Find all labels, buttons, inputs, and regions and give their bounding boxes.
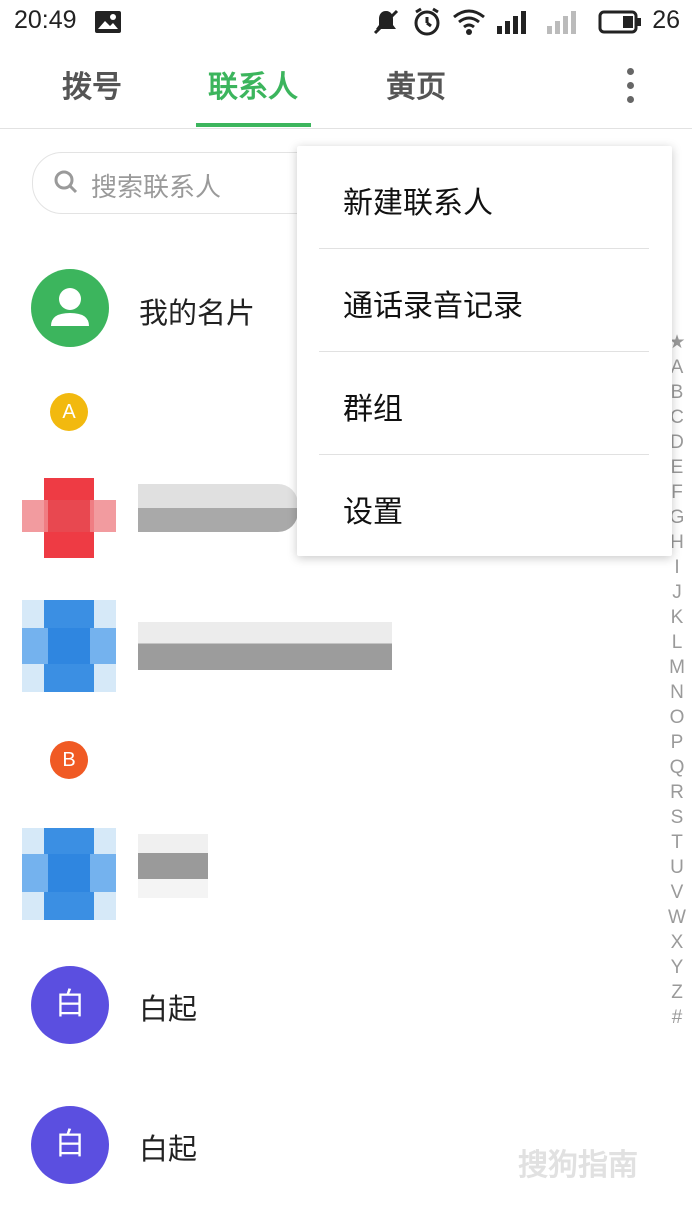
more-dot-icon <box>627 68 634 75</box>
status-time: 20:49 <box>14 6 77 34</box>
contacts-screen: 20:49 26 拨号 联系人 黄页 搜索联系人 我的名片 A B 白 白起 白… <box>0 0 692 1230</box>
index-letter[interactable]: L <box>664 630 690 655</box>
my-card-avatar <box>31 269 109 347</box>
menu-item-label: 设置 <box>343 495 403 530</box>
contact-name-blurred <box>138 622 392 670</box>
menu-call-recordings[interactable]: 通话录音记录 <box>297 249 672 352</box>
search-contacts-input[interactable]: 搜索联系人 <box>32 152 334 214</box>
image-notification-icon <box>95 11 121 33</box>
battery-icon <box>598 10 641 34</box>
index-letter[interactable]: W <box>664 905 690 930</box>
index-letter[interactable]: V <box>664 880 690 905</box>
wifi-icon <box>453 9 485 35</box>
my-card-label: 我的名片 <box>139 296 256 330</box>
contact-name-blurred <box>138 484 298 532</box>
contact-name: 白起 <box>139 1132 198 1166</box>
index-letter[interactable]: Z <box>664 980 690 1005</box>
contact-name: 白起 <box>139 992 198 1026</box>
contact-avatar <box>22 478 116 558</box>
menu-item-label: 群组 <box>343 392 403 427</box>
index-letter[interactable]: O <box>664 705 690 730</box>
index-letter[interactable]: M <box>664 655 690 680</box>
tab-bar: 拨号 联系人 黄页 <box>0 44 692 129</box>
battery-level: 26 <box>652 6 680 34</box>
index-letter[interactable]: N <box>664 680 690 705</box>
overflow-menu: 新建联系人 通话录音记录 群组 设置 <box>297 146 672 556</box>
index-letter[interactable]: U <box>664 855 690 880</box>
contact-avatar: 白 <box>31 966 109 1044</box>
section-b-badge: B <box>50 741 88 779</box>
more-dot-icon <box>627 82 634 89</box>
tab-dialer[interactable]: 拨号 <box>62 62 122 106</box>
contact-row[interactable]: 白 白起 <box>0 960 660 1050</box>
index-letter[interactable]: T <box>664 830 690 855</box>
signal-strength-2-icon <box>547 11 576 34</box>
index-letter[interactable]: # <box>664 1005 690 1030</box>
index-letter[interactable]: P <box>664 730 690 755</box>
section-a-badge: A <box>50 393 88 431</box>
person-icon <box>51 288 89 326</box>
index-letter[interactable]: Q <box>664 755 690 780</box>
menu-new-contact[interactable]: 新建联系人 <box>297 146 672 249</box>
contact-avatar: 白 <box>31 1106 109 1184</box>
contact-row[interactable] <box>0 598 660 693</box>
signal-strength-icon <box>497 11 526 34</box>
status-bar: 20:49 26 <box>0 0 692 44</box>
contact-avatar <box>22 828 116 920</box>
index-letter[interactable]: Y <box>664 955 690 980</box>
menu-item-label: 通话录音记录 <box>343 289 523 324</box>
watermark: 搜狗指南 <box>518 1148 638 1183</box>
index-letter[interactable]: X <box>664 930 690 955</box>
menu-item-label: 新建联系人 <box>343 186 493 221</box>
contact-avatar <box>22 600 116 692</box>
more-dot-icon <box>627 96 634 103</box>
index-letter[interactable]: R <box>664 780 690 805</box>
tab-yellow-pages[interactable]: 黄页 <box>386 62 446 106</box>
index-letter[interactable]: J <box>664 580 690 605</box>
contact-row[interactable] <box>0 826 660 921</box>
silent-bell-icon <box>373 9 399 35</box>
menu-groups[interactable]: 群组 <box>297 352 672 455</box>
menu-settings[interactable]: 设置 <box>297 455 672 558</box>
more-options-button[interactable] <box>612 64 648 108</box>
index-letter[interactable]: S <box>664 805 690 830</box>
alarm-icon <box>414 7 440 36</box>
search-placeholder: 搜索联系人 <box>91 173 222 203</box>
index-letter[interactable]: K <box>664 605 690 630</box>
contact-name-blurred <box>138 834 208 898</box>
index-letter[interactable]: I <box>664 555 690 580</box>
search-icon <box>54 170 78 194</box>
active-tab-indicator <box>196 123 311 127</box>
tab-contacts[interactable]: 联系人 <box>208 62 298 106</box>
